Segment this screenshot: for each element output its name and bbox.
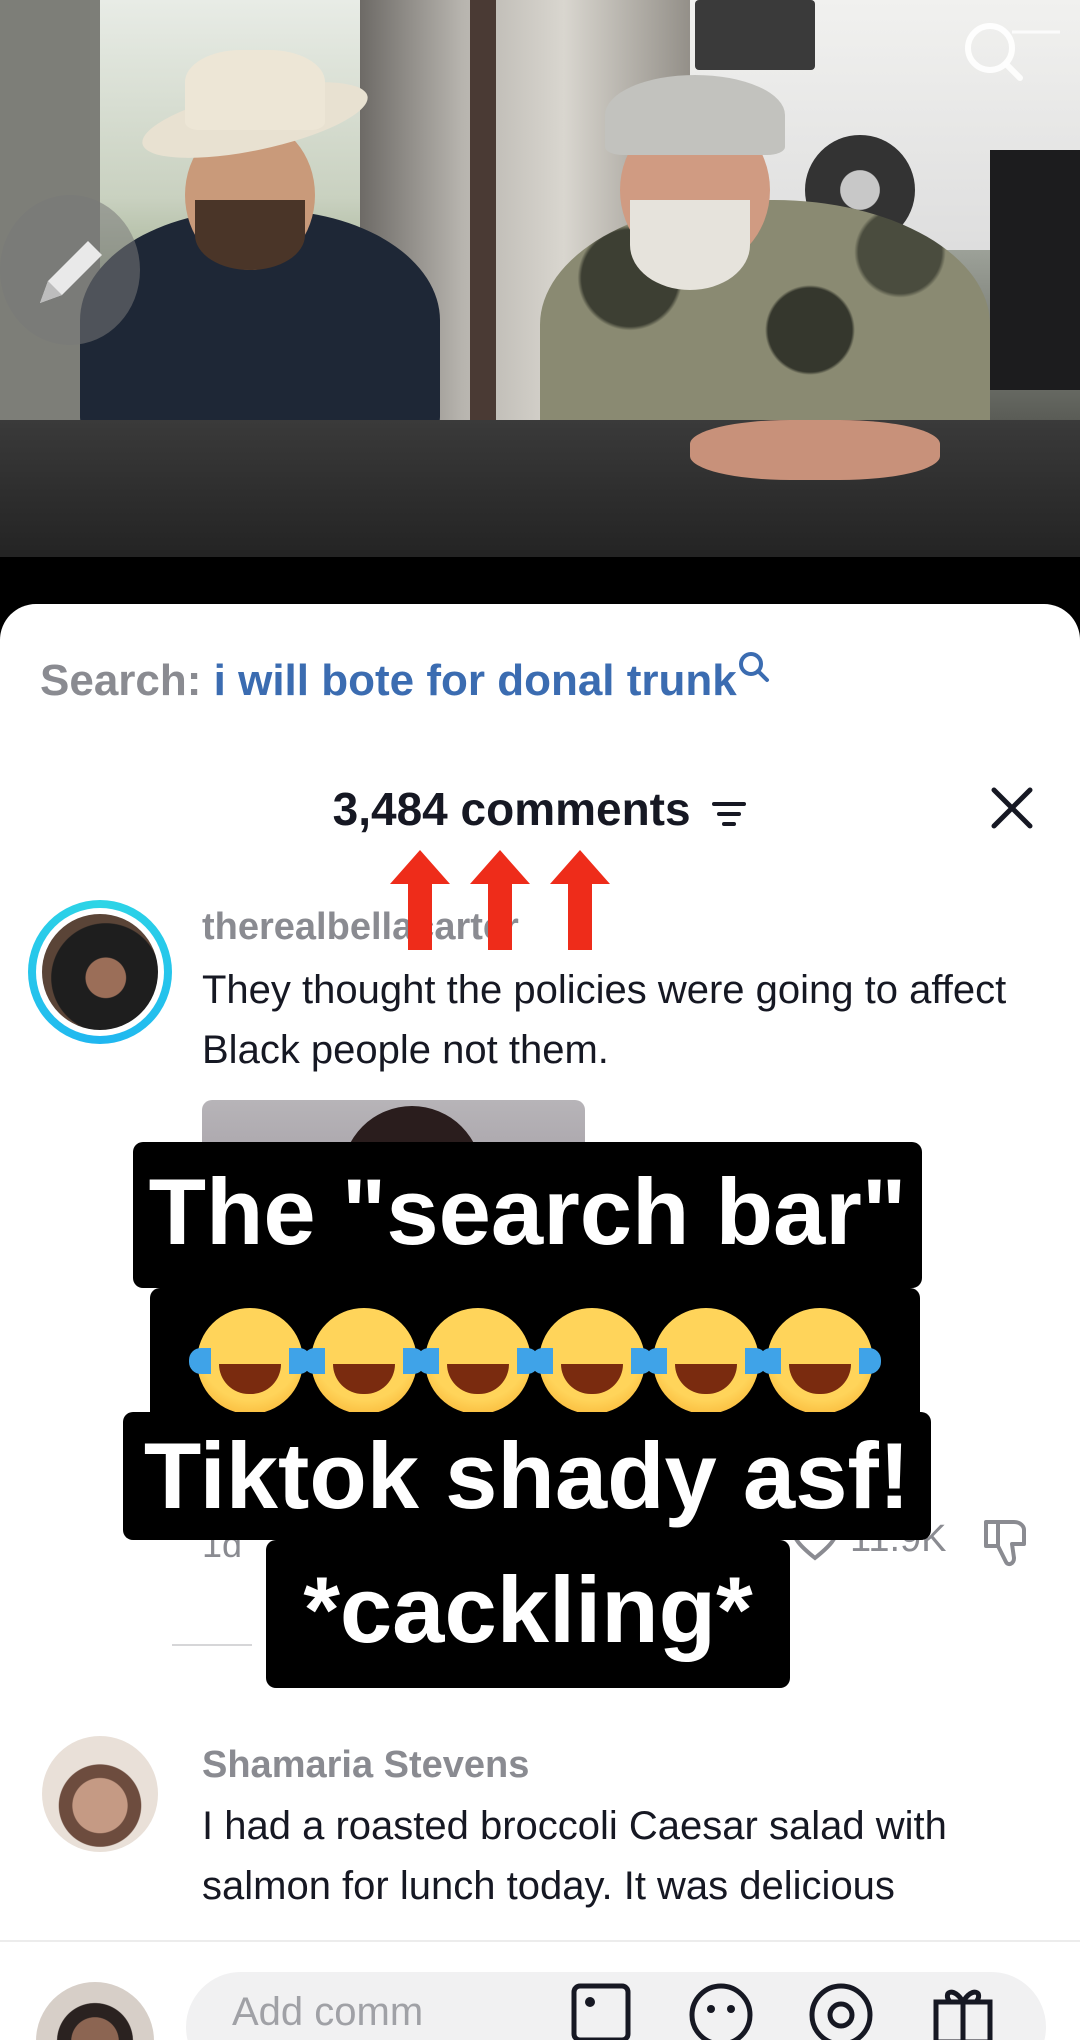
avatar[interactable] [42, 1736, 158, 1852]
filter-icon[interactable] [711, 786, 747, 840]
person-right-beard [630, 200, 750, 290]
comment-input-placeholder[interactable]: Add comm [232, 1990, 423, 2035]
laughing-crying-emoji-icon [645, 1308, 767, 1414]
laughing-crying-emoji-icon [303, 1308, 425, 1414]
comment-username[interactable]: Shamaria Stevens [202, 1744, 529, 1787]
caption-line: The "search bar" [133, 1142, 922, 1288]
red-arrows-annotation [390, 850, 610, 950]
laughing-crying-emoji-icon [189, 1308, 311, 1414]
pencil-icon [40, 241, 102, 303]
search-prefix: Search: [40, 656, 202, 705]
person-left-beard [195, 200, 305, 270]
person-right-hands [690, 420, 940, 480]
laughing-crying-emoji-icon [531, 1308, 653, 1414]
search-icon[interactable] [960, 18, 1060, 88]
search-icon [738, 652, 769, 682]
avatar-ring[interactable] [28, 900, 172, 1044]
user-avatar[interactable] [36, 1982, 154, 2040]
comment-text: They thought the policies were going to … [202, 968, 1007, 1072]
trailer-window [695, 0, 815, 70]
background-box [990, 150, 1080, 390]
cowboy-hat-crown [185, 50, 325, 130]
comment-input-bar: Add comm [0, 1940, 1080, 2040]
comments-count-header: 3,484 comments [0, 782, 1080, 840]
search-suggestion[interactable]: Search: i will bote for donal trunk [40, 652, 771, 706]
edit-button[interactable] [0, 195, 140, 345]
at-icon[interactable] [808, 1982, 874, 2040]
avatar[interactable] [42, 914, 158, 1030]
gift-icon[interactable] [930, 1982, 996, 2040]
comments-count: 3,484 comments [332, 783, 691, 835]
background-pole [470, 0, 496, 440]
emoji-icon[interactable] [688, 1982, 754, 2040]
laughing-crying-emoji-icon [417, 1308, 539, 1414]
caption-line: *cackling* [266, 1540, 790, 1688]
caption-line: Tiktok shady asf! [123, 1412, 931, 1540]
search-term[interactable]: i will bote for donal trunk [214, 656, 737, 705]
person-right-cap [605, 75, 785, 155]
video-player[interactable] [0, 0, 1080, 557]
dislike-icon[interactable] [980, 1514, 1036, 1575]
close-icon[interactable] [984, 780, 1040, 836]
replies-divider [172, 1644, 252, 1646]
image-icon[interactable] [570, 1982, 632, 2040]
laughing-crying-emoji-icon [759, 1308, 881, 1414]
